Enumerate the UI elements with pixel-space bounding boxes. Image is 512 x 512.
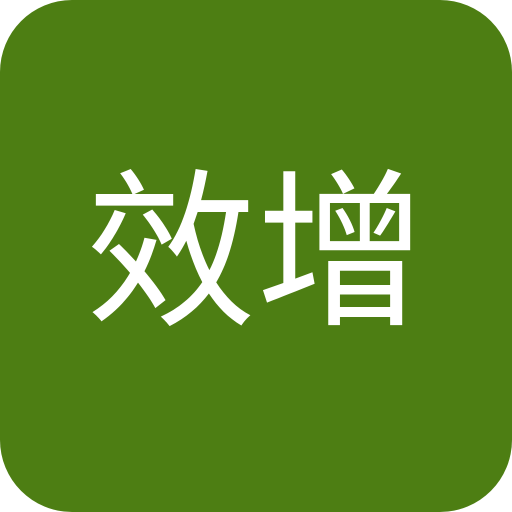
app-icon[interactable]: 效增 (0, 0, 512, 512)
app-icon-label: 效增 (85, 155, 426, 353)
